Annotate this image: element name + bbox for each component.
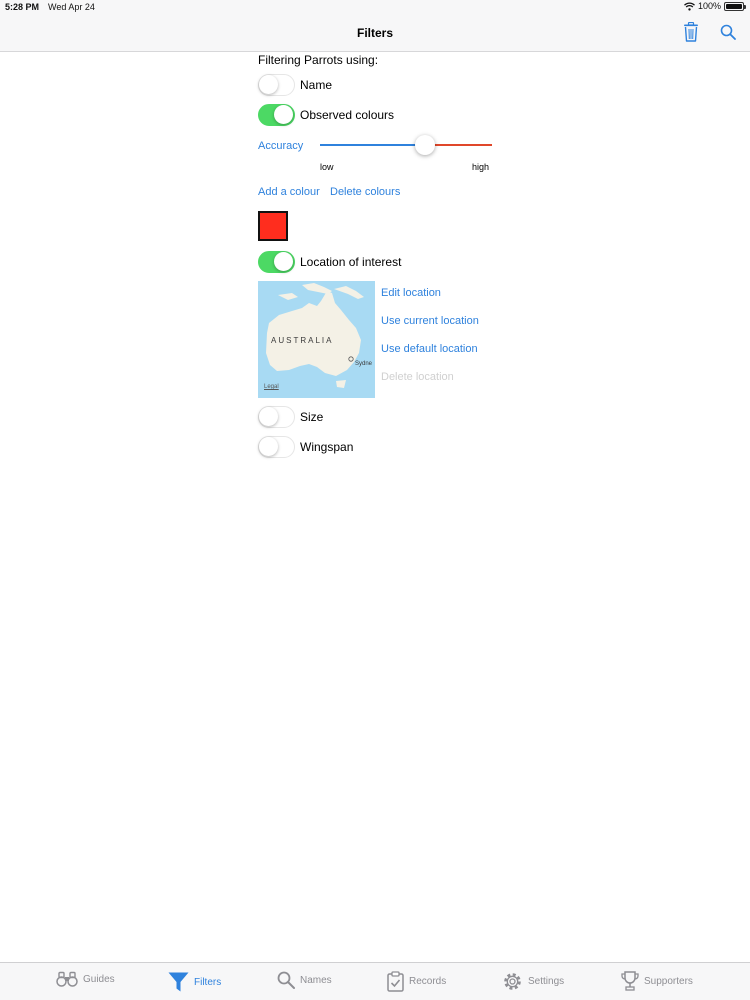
toggle-knob [274, 105, 293, 124]
tab-label: Settings [528, 976, 565, 987]
toggle-knob [259, 407, 278, 426]
search-icon[interactable] [720, 24, 736, 40]
delete-colours-button[interactable]: Delete colours [330, 186, 400, 198]
location-filter-row: Location of interest [258, 251, 401, 273]
location-toggle[interactable] [258, 251, 295, 273]
tab-settings[interactable]: Settings [502, 971, 564, 992]
section-heading: Filtering Parrots using: [258, 53, 379, 67]
tab-bar: Guides Filters Names Records Settings Su… [0, 962, 750, 1000]
status-bar: 5:28 PM Wed Apr 24 100% [0, 0, 750, 14]
use-current-location-button[interactable]: Use current location [381, 315, 479, 327]
clipboard-check-icon [387, 971, 404, 992]
tab-label: Supporters [644, 975, 693, 987]
use-default-location-button[interactable]: Use default location [381, 343, 478, 355]
tab-names[interactable]: Names [277, 971, 332, 989]
delete-location-button: Delete location [381, 371, 454, 383]
location-toggle-label: Location of interest [300, 255, 402, 269]
status-time: 5:28 PM [5, 2, 40, 12]
toggle-knob [259, 437, 278, 456]
wingspan-toggle[interactable] [258, 436, 295, 458]
accuracy-slider[interactable] [320, 135, 492, 155]
slider-track-min [320, 144, 425, 146]
battery-level [726, 3, 742, 9]
funnel-icon [168, 972, 189, 992]
map-region-label: AUSTRALIA [271, 336, 334, 345]
status-date: Wed Apr 24 [48, 2, 95, 12]
gear-icon [504, 973, 521, 990]
status-right: 100% [684, 1, 746, 11]
size-toggle[interactable] [258, 406, 295, 428]
slider-low-label: low [320, 162, 334, 172]
observed-colours-label: Observed colours [300, 108, 395, 122]
toggle-knob [274, 252, 293, 271]
map-city-label: Sydne [355, 361, 373, 367]
map-legal-link[interactable]: Legal [264, 384, 279, 390]
size-toggle-label: Size [300, 410, 324, 424]
edit-location-button[interactable]: Edit location [381, 287, 441, 299]
colour-swatch[interactable] [258, 211, 288, 241]
wifi-icon [684, 1, 695, 11]
size-filter-row: Size [258, 406, 323, 428]
tab-label: Records [409, 976, 447, 987]
magnifier-icon [277, 971, 295, 989]
accuracy-label: Accuracy [258, 140, 304, 152]
slider-high-label: high [472, 162, 490, 172]
name-filter-row: Name [258, 74, 332, 96]
name-toggle-label: Name [300, 78, 333, 92]
location-map[interactable]: AUSTRALIA Sydne Legal [258, 281, 375, 398]
battery-icon [724, 1, 746, 11]
tab-supporters[interactable]: Supporters [621, 971, 693, 991]
toggle-knob [259, 75, 278, 94]
trash-icon[interactable] [683, 22, 699, 42]
observed-colours-toggle[interactable] [258, 104, 295, 126]
name-toggle[interactable] [258, 74, 295, 96]
wingspan-toggle-label: Wingspan [300, 440, 354, 454]
tab-label: Names [300, 974, 332, 986]
colours-filter-row: Observed colours [258, 104, 394, 126]
tab-filters[interactable]: Filters [168, 971, 221, 993]
tab-label: Guides [83, 973, 115, 985]
tab-label: Filters [194, 976, 222, 988]
slider-thumb[interactable] [414, 135, 435, 155]
add-colour-button[interactable]: Add a colour [258, 186, 320, 198]
page-title: Filters [356, 26, 393, 40]
wingspan-filter-row: Wingspan [258, 436, 353, 458]
tab-records[interactable]: Records [387, 971, 446, 992]
trophy-icon [621, 971, 639, 991]
binoculars-icon [56, 971, 78, 987]
slider-track-max [424, 144, 492, 146]
battery-percent: 100% [697, 1, 721, 11]
navigation-bar: Filters [0, 14, 750, 52]
tab-guides[interactable]: Guides [56, 971, 115, 987]
